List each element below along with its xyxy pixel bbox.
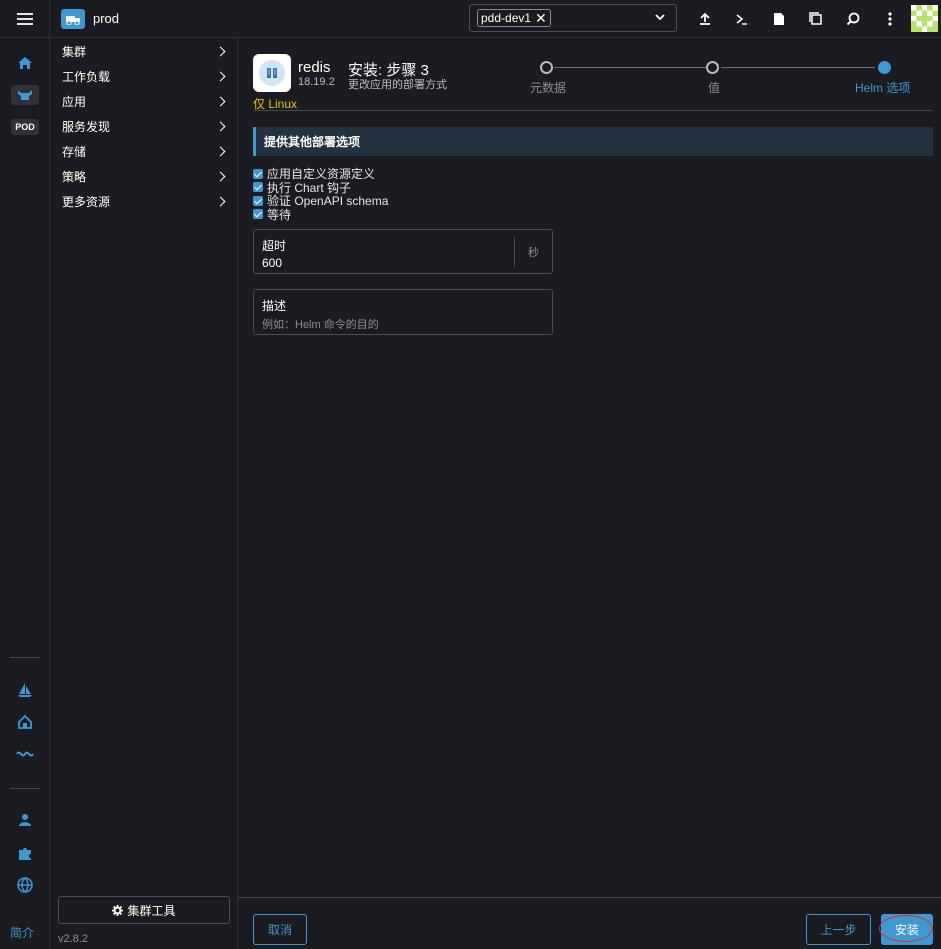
more-icon[interactable] — [871, 0, 908, 38]
global-settings-icon[interactable] — [0, 872, 50, 898]
wizard-footer: 取消 上一步 安装 — [238, 897, 941, 949]
pod-badge: POD — [11, 119, 39, 135]
import-yaml-icon[interactable] — [686, 0, 723, 38]
chart-logo — [253, 54, 291, 92]
description-label: 描述 — [262, 299, 287, 313]
cluster-logo-icon — [61, 8, 85, 29]
header-actions — [686, 0, 908, 38]
chevron-right-icon — [215, 196, 226, 207]
sidebar-item-storage[interactable]: 存储 — [51, 139, 237, 164]
pod-shortcut[interactable]: POD — [0, 114, 50, 140]
description-field[interactable]: 描述 例如：Helm 命令的目的 — [253, 289, 553, 335]
kubectl-shell-icon[interactable] — [723, 0, 760, 38]
chevron-right-icon — [215, 96, 226, 107]
checkbox-checked-icon — [253, 195, 263, 206]
top-header: prod pdd-dev1 ✕ — [0, 0, 941, 38]
users-icon[interactable] — [0, 807, 50, 833]
gear-icon — [112, 904, 124, 916]
chevron-right-icon — [215, 121, 226, 132]
wizard-subtitle: 更改应用的部署方式 — [348, 79, 447, 91]
menu-toggle-button[interactable] — [0, 0, 50, 38]
rail-divider — [10, 788, 40, 789]
previous-step-button[interactable]: 上一步 — [806, 914, 871, 945]
sidebar-item-label: 更多资源 — [62, 195, 111, 209]
cancel-button[interactable]: 取消 — [253, 914, 307, 945]
checkbox-checked-icon — [253, 182, 263, 193]
icon-rail: POD 简介 — [0, 39, 50, 949]
chart-name: redis — [298, 59, 331, 76]
options-checkboxes: 应用自定义资源定义 执行 Chart 钩子 验证 OpenAPI schema … — [253, 167, 388, 222]
sidebar-item-label: 应用 — [62, 95, 87, 109]
chevron-right-icon — [215, 146, 226, 157]
about-link[interactable]: 简介 — [10, 924, 34, 941]
sidebar-item-label: 集群 — [62, 45, 87, 59]
wizard-steps: 元数据 值 Helm 选项 — [528, 61, 928, 101]
step-connector — [721, 67, 875, 68]
sidebar-item-cluster[interactable]: 集群 — [51, 39, 237, 64]
namespace-chip-label: pdd-dev1 — [481, 11, 532, 25]
chevron-right-icon — [215, 71, 226, 82]
search-icon[interactable] — [834, 0, 871, 38]
cluster-name: prod — [93, 11, 120, 26]
continuous-delivery-icon[interactable] — [0, 741, 50, 767]
home-icon[interactable] — [0, 50, 50, 76]
step-1-indicator[interactable] — [540, 61, 553, 74]
virtualization-icon[interactable] — [0, 709, 50, 735]
remove-namespace-icon[interactable]: ✕ — [535, 11, 547, 25]
install-button[interactable]: 安装 — [879, 914, 933, 945]
sidebar-item-label: 工作负载 — [62, 70, 111, 84]
main-content: redis 18.19.2 仅 Linux 安装: 步骤 3 更改应用的部署方式… — [238, 39, 941, 949]
sidebar-item-more-resources[interactable]: 更多资源 — [51, 189, 237, 214]
chart-version: 18.19.2 — [298, 76, 335, 88]
cluster-tools-label: 集群工具 — [127, 903, 176, 918]
description-input[interactable]: 例如：Helm 命令的目的 — [262, 316, 544, 332]
step-2-indicator[interactable] — [706, 61, 719, 74]
chevron-right-icon — [215, 46, 226, 57]
highlight-ring — [879, 915, 933, 942]
checkbox-checked-icon — [253, 168, 263, 179]
step-3-indicator[interactable] — [878, 61, 891, 74]
fleet-icon[interactable] — [0, 677, 50, 703]
sidebar-item-policy[interactable]: 策略 — [51, 164, 237, 189]
sidebar-item-label: 策略 — [62, 170, 87, 184]
timeout-label: 超时 — [262, 239, 287, 253]
cluster-tools-button[interactable]: 集群工具 — [58, 896, 230, 924]
timeout-value[interactable]: 600 — [262, 256, 544, 270]
extensions-icon[interactable] — [0, 840, 50, 866]
hamburger-icon — [16, 17, 33, 20]
chevron-down-icon — [655, 14, 665, 21]
checkbox-label: 等待 — [267, 207, 292, 222]
namespace-filter[interactable]: pdd-dev1 ✕ — [469, 4, 677, 32]
step-2-label: 值 — [708, 81, 721, 95]
section-banner: 提供其他部署选项 — [253, 127, 933, 156]
rail-divider — [10, 657, 40, 658]
sidebar-item-apps[interactable]: 应用 — [51, 89, 237, 114]
header-divider — [253, 110, 933, 111]
sidebar-item-label: 服务发现 — [62, 120, 111, 134]
app-version: v2.8.2 — [58, 933, 88, 945]
copy-kubeconfig-icon[interactable] — [797, 0, 834, 38]
step-connector — [554, 67, 706, 68]
sidebar-item-workloads[interactable]: 工作负载 — [51, 64, 237, 89]
step-3-label: Helm 选项 — [855, 81, 911, 95]
wait-checkbox[interactable]: 等待 — [253, 208, 388, 222]
cluster-explorer-icon[interactable] — [0, 82, 50, 108]
user-avatar[interactable] — [911, 5, 938, 32]
kubeconfig-icon[interactable] — [760, 0, 797, 38]
side-navigation: 集群 工作负载 应用 服务发现 存储 策略 更多资源 集群工具 v2.8.2 — [51, 39, 238, 949]
cluster-explorer-highlight — [11, 85, 39, 105]
sidebar-item-label: 存储 — [62, 145, 87, 159]
namespace-chip: pdd-dev1 ✕ — [477, 9, 551, 27]
timeout-field[interactable]: 超时 600 秒 — [253, 229, 553, 274]
timeout-unit: 秒 — [514, 237, 552, 267]
redis-icon — [259, 60, 285, 86]
step-1-label: 元数据 — [530, 81, 567, 95]
sidebar-item-service-discovery[interactable]: 服务发现 — [51, 114, 237, 139]
checkbox-checked-icon — [253, 209, 263, 220]
chevron-right-icon — [215, 171, 226, 182]
